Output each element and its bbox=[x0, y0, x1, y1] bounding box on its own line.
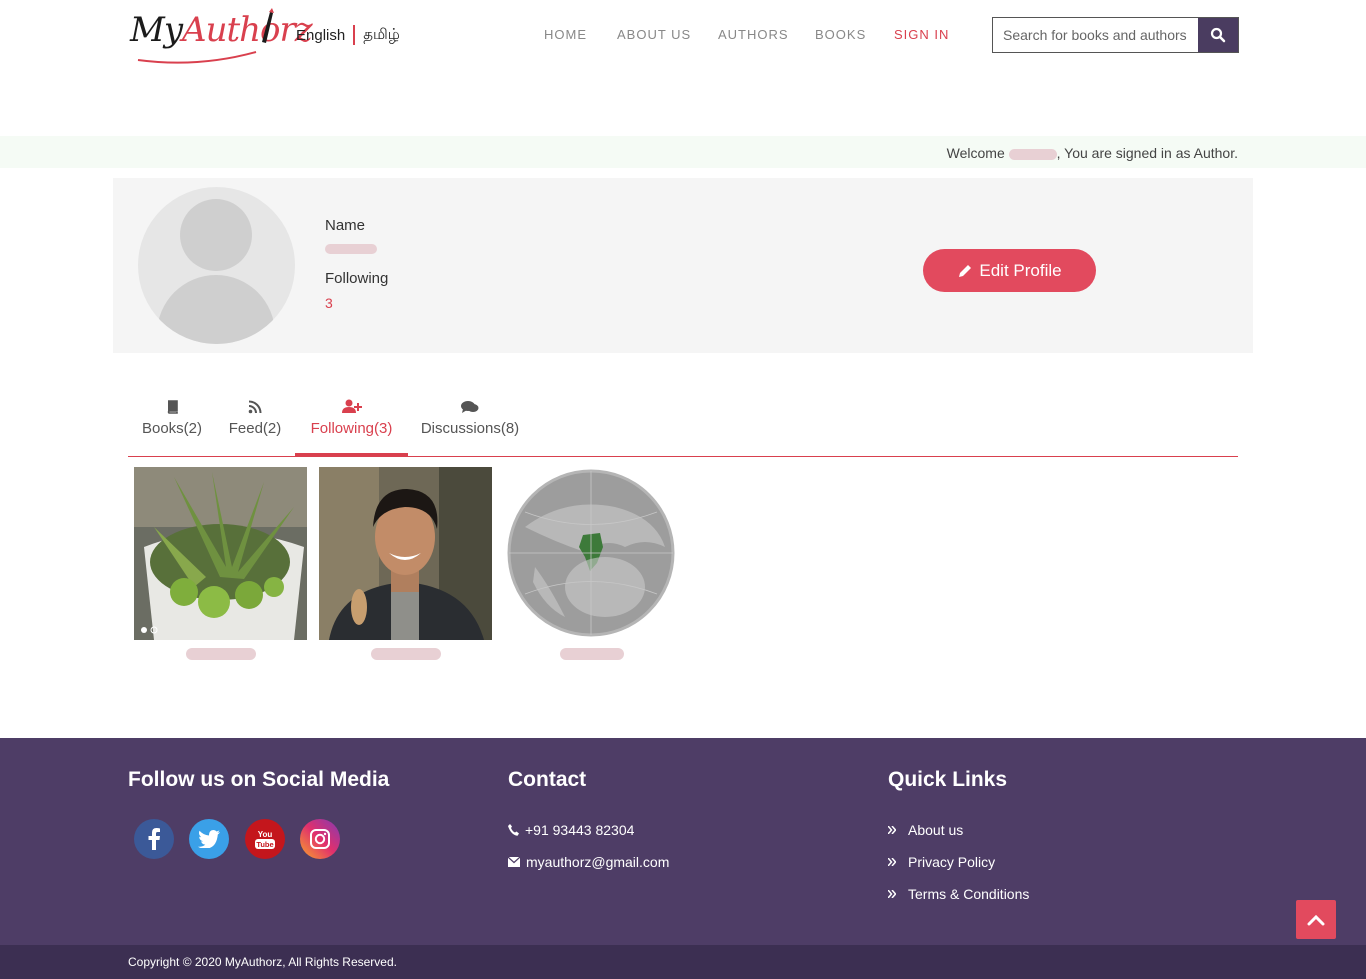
facebook-button[interactable] bbox=[134, 819, 174, 859]
quick-link-privacy-policy[interactable]: Privacy Policy bbox=[888, 854, 995, 870]
following-card-1[interactable] bbox=[134, 467, 307, 660]
copyright-bar: Copyright © 2020 MyAuthorz, All Rights R… bbox=[0, 945, 1366, 979]
nav-authors[interactable]: AUTHORS bbox=[718, 27, 789, 42]
globe-image bbox=[505, 467, 678, 640]
following-card-3[interactable] bbox=[505, 467, 678, 660]
edit-profile-button[interactable]: Edit Profile bbox=[923, 249, 1096, 292]
profile-tabs: Books(2) Feed(2) Following(3) Discussion… bbox=[128, 390, 1238, 457]
email-address: myauthorz@gmail.com bbox=[526, 854, 670, 870]
instagram-button[interactable] bbox=[300, 819, 340, 859]
user-plus-icon bbox=[341, 399, 362, 413]
following-card-2[interactable] bbox=[319, 467, 492, 660]
welcome-bar: Welcome , You are signed in as Author. bbox=[0, 136, 1366, 168]
tab-discussions[interactable]: Discussions(8) bbox=[420, 390, 520, 456]
plant-image bbox=[134, 467, 307, 640]
facebook-icon bbox=[148, 828, 160, 850]
nav-home[interactable]: HOME bbox=[544, 27, 587, 42]
rss-icon bbox=[248, 400, 262, 414]
instagram-icon bbox=[310, 829, 330, 849]
quick-links-title: Quick Links bbox=[888, 768, 1008, 791]
nav-about-us[interactable]: ABOUT US bbox=[617, 27, 691, 42]
phone-icon bbox=[508, 824, 519, 836]
quick-link-privacy-policy-label: Privacy Policy bbox=[908, 854, 996, 870]
chevron-up-icon bbox=[1307, 914, 1325, 925]
nav-sign-in[interactable]: SIGN IN bbox=[894, 27, 949, 42]
quick-link-terms-label: Terms & Conditions bbox=[908, 886, 1030, 902]
twitter-icon bbox=[198, 830, 220, 848]
search-bar bbox=[992, 17, 1239, 53]
redacted-username bbox=[1008, 148, 1057, 160]
profile-card: Name Following 3 Edit Profile bbox=[113, 178, 1253, 353]
tab-discussions-label: Discussions(8) bbox=[420, 420, 520, 437]
site-logo[interactable]: MyAuthorz bbox=[128, 6, 313, 66]
double-chevron-right-icon bbox=[888, 890, 896, 898]
site-footer: Follow us on Social Media Contact Quick … bbox=[0, 738, 1366, 945]
phone-number: +91 93443 82304 bbox=[525, 822, 635, 838]
quick-link-terms[interactable]: Terms & Conditions bbox=[888, 886, 1029, 902]
copyright-text: Copyright © 2020 MyAuthorz, All Rights R… bbox=[128, 955, 397, 969]
redacted-name-value bbox=[325, 244, 377, 254]
youtube-icon: You Tube bbox=[255, 830, 275, 849]
following-label: Following bbox=[325, 270, 389, 287]
contact-phone[interactable]: +91 93443 82304 bbox=[508, 822, 634, 838]
quick-link-about-us-label: About us bbox=[908, 822, 964, 838]
redacted-following-name-2[interactable] bbox=[370, 648, 441, 660]
contact-email[interactable]: myauthorz@gmail.com bbox=[508, 854, 669, 870]
tab-books[interactable]: Books(2) bbox=[128, 390, 216, 456]
social-title: Follow us on Social Media bbox=[128, 768, 390, 791]
youtube-button[interactable]: You Tube bbox=[245, 819, 285, 859]
search-button[interactable] bbox=[1198, 18, 1238, 52]
quick-link-about-us[interactable]: About us bbox=[888, 822, 963, 838]
name-label: Name bbox=[325, 217, 366, 234]
double-chevron-right-icon bbox=[888, 858, 896, 866]
twitter-button[interactable] bbox=[189, 819, 229, 859]
comments-icon bbox=[461, 401, 479, 413]
redacted-following-name-3[interactable] bbox=[559, 648, 624, 660]
site-header: MyAuthorz English தமிழ் HOME ABOUT US AU… bbox=[0, 0, 1366, 70]
redacted-following-name-1[interactable] bbox=[185, 648, 256, 660]
lang-tamil[interactable]: தமிழ் bbox=[363, 26, 400, 45]
following-count[interactable]: 3 bbox=[325, 295, 333, 311]
logo-pen-icon bbox=[137, 8, 274, 64]
envelope-icon bbox=[508, 857, 520, 867]
tab-books-label: Books(2) bbox=[141, 420, 203, 437]
svg-text:Tube: Tube bbox=[256, 840, 273, 849]
lang-english[interactable]: English bbox=[296, 27, 345, 44]
double-chevron-right-icon bbox=[888, 826, 896, 834]
avatar-body bbox=[157, 275, 275, 344]
nav-books[interactable]: BOOKS bbox=[815, 27, 866, 42]
following-photo-globe[interactable] bbox=[505, 467, 678, 640]
welcome-message: Welcome , You are signed in as Author. bbox=[946, 145, 1238, 161]
tab-feed-label: Feed(2) bbox=[228, 420, 282, 437]
contact-title: Contact bbox=[508, 768, 587, 791]
person-image bbox=[319, 467, 492, 640]
book-icon bbox=[167, 400, 178, 414]
svg-text:You: You bbox=[258, 830, 273, 839]
following-photo-person[interactable] bbox=[319, 467, 492, 640]
tab-feed[interactable]: Feed(2) bbox=[224, 390, 286, 456]
following-photo-plant[interactable] bbox=[134, 467, 307, 640]
scroll-to-top-button[interactable] bbox=[1296, 900, 1336, 939]
pencil-icon bbox=[959, 264, 972, 277]
tab-following[interactable]: Following(3) bbox=[295, 390, 408, 456]
edit-profile-label: Edit Profile bbox=[979, 260, 1062, 280]
search-icon bbox=[1210, 27, 1226, 43]
language-switcher: English தமிழ் bbox=[296, 25, 400, 45]
search-input[interactable] bbox=[993, 18, 1198, 52]
avatar bbox=[138, 187, 295, 344]
tab-following-label: Following(3) bbox=[310, 420, 393, 437]
avatar-head bbox=[180, 199, 252, 271]
lang-separator bbox=[353, 25, 356, 45]
